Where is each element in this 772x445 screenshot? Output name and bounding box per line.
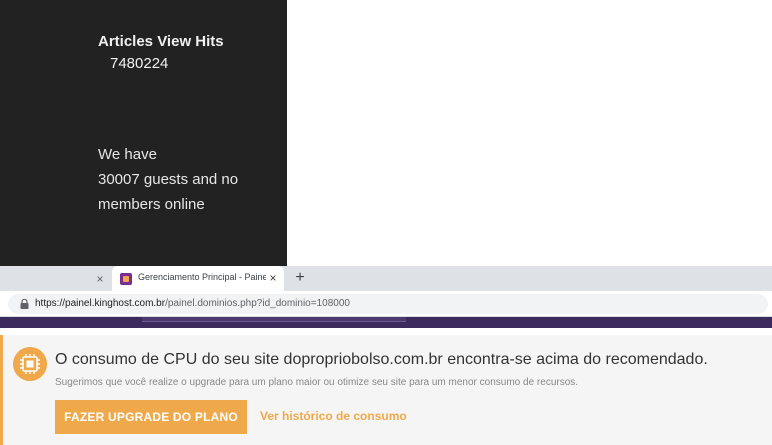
kinghost-favicon-icon [120,273,132,285]
alert-subtitle: Sugerimos que você realize o upgrade par… [55,377,579,388]
active-tab[interactable]: Gerenciamento Principal - Painel × [112,266,284,291]
url-path: /painel.dominios.php?id_dominio=108000 [165,298,350,309]
stats-title: Articles View Hits [98,33,224,50]
active-tab-title: Gerenciamento Principal - Painel [138,272,266,282]
browser-addressbar: https://painel.kinghost.com.br/painel.do… [0,291,772,317]
browser-tabstrip: ‹ × Gerenciamento Principal - Painel × + [0,266,772,291]
url-text[interactable]: https://painel.kinghost.com.br/painel.do… [35,298,350,309]
active-tab-close-icon[interactable]: × [266,271,280,285]
stats-value: 7480224 [110,55,169,72]
new-tab-button[interactable]: + [291,269,309,287]
screenshot: Articles View Hits 7480224 We have 30007… [0,0,772,445]
usage-history-link[interactable]: Ver histórico de consumo [260,409,407,423]
stats-sidebar: Articles View Hits 7480224 We have 30007… [0,0,287,266]
cpu-usage-alert: O consumo de CPU do seu site dopropriobo… [0,335,772,445]
site-header-bar [0,317,772,328]
online-line-3: members online [98,196,205,213]
previous-tab-close-icon[interactable]: × [92,271,108,287]
online-line-1: We have [98,146,157,163]
alert-title: O consumo de CPU do seu site dopropriobo… [55,351,708,368]
site-header-search-edge [142,317,406,322]
cpu-chip-icon [13,347,47,381]
content-blank-area [287,0,772,266]
online-users-text: We have 30007 guests and no members onli… [98,142,268,217]
online-line-2: 30007 guests and no [98,171,239,188]
url-omnibox[interactable]: https://painel.kinghost.com.br/painel.do… [8,294,768,314]
upgrade-plan-button[interactable]: FAZER UPGRADE DO PLANO [55,400,247,434]
lock-icon[interactable] [20,299,29,309]
url-host: https://painel.kinghost.com.br [35,298,166,309]
